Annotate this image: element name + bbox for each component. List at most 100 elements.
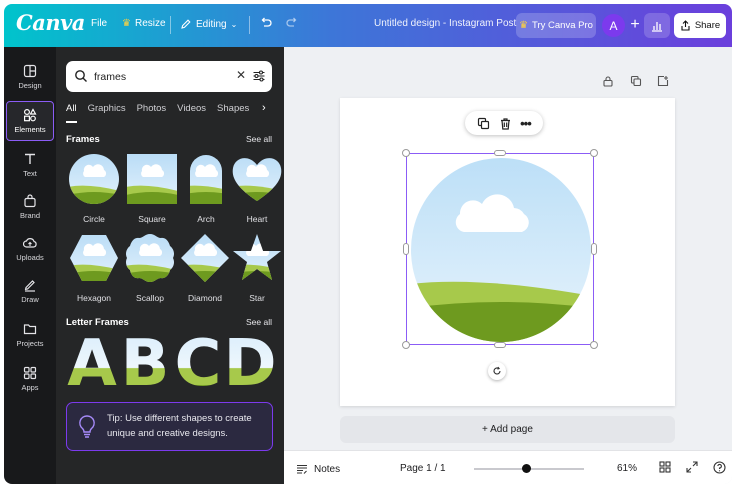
more-options-icon[interactable]: •••: [520, 116, 532, 131]
letter-frame-a[interactable]: A: [67, 333, 117, 389]
rotate-button[interactable]: [488, 362, 506, 380]
copy-icon[interactable]: [477, 117, 490, 130]
frame-heart[interactable]: Heart: [231, 153, 283, 224]
rail-label: Text: [23, 169, 37, 178]
uploads-icon: [23, 238, 37, 248]
undo-button[interactable]: [259, 16, 273, 30]
rail-label: Projects: [16, 339, 44, 348]
apps-icon: [23, 366, 37, 380]
help-icon[interactable]: [713, 461, 726, 474]
frame-diamond[interactable]: Diamond: [179, 232, 231, 303]
rail-item-projects[interactable]: Projects: [6, 315, 54, 355]
frame-label: Arch: [197, 214, 215, 224]
rail-item-design[interactable]: Design: [6, 57, 54, 97]
rail-item-elements[interactable]: Elements: [6, 101, 54, 141]
letter-frames-see-all-link[interactable]: See all: [246, 317, 272, 327]
rail-item-uploads[interactable]: Uploads: [6, 229, 54, 269]
frame-scallop[interactable]: Scallop: [124, 232, 176, 303]
elements-icon: [23, 108, 37, 122]
rail-label: Brand: [19, 211, 40, 220]
file-label: File: [91, 18, 108, 29]
zoom-slider[interactable]: [474, 464, 584, 473]
grid-view-icon[interactable]: [659, 461, 671, 473]
invite-plus-icon[interactable]: +: [625, 15, 645, 35]
notes-label: Notes: [314, 463, 341, 475]
frame-label: Square: [138, 214, 166, 224]
try-pro-label: Try Canva Pro: [532, 20, 593, 31]
letter-frames-heading: Letter Frames: [66, 317, 129, 328]
rail-label: Apps: [21, 383, 39, 392]
search-input[interactable]: [94, 67, 224, 86]
resize-handle[interactable]: [402, 341, 410, 349]
frame-hexagon-thumbnail: [70, 235, 118, 281]
avatar[interactable]: A: [602, 14, 625, 37]
rail-item-draw[interactable]: Draw: [6, 271, 54, 311]
frame-hexagon[interactable]: Hexagon: [68, 232, 120, 303]
rail-item-brand[interactable]: Brand: [6, 187, 54, 227]
bottom-bar: Notes Page 1 / 1 61%: [284, 450, 732, 484]
lock-icon[interactable]: [602, 75, 614, 87]
canva-logo[interactable]: Canva: [16, 10, 85, 35]
tab-photos[interactable]: Photos: [137, 103, 167, 123]
search-tabs: All Graphics Photos Videos Shapes: [66, 103, 276, 123]
crown-icon: ♛: [122, 18, 131, 29]
clear-search-icon[interactable]: ✕: [236, 68, 246, 82]
redo-button[interactable]: [285, 16, 299, 30]
page-indicator[interactable]: Page 1 / 1: [400, 463, 446, 474]
resize-handle[interactable]: [590, 341, 598, 349]
frame-arch[interactable]: Arch: [180, 153, 232, 224]
search-box: ✕: [66, 61, 272, 92]
frames-heading: Frames: [66, 134, 100, 145]
notes-button[interactable]: Notes: [296, 463, 340, 475]
resize-handle[interactable]: [402, 149, 410, 157]
filter-icon[interactable]: [252, 69, 266, 83]
editing-mode-button[interactable]: Editing ⌄: [180, 18, 237, 30]
file-menu[interactable]: File: [91, 18, 107, 29]
tab-all[interactable]: All: [66, 103, 77, 123]
letter-frame-d[interactable]: D: [223, 333, 276, 389]
selection-box: [406, 153, 594, 345]
design-title[interactable]: Untitled design - Instagram Post: [374, 18, 516, 29]
resize-button[interactable]: ♛ Resize: [122, 18, 166, 29]
rail-label: Elements: [14, 125, 46, 134]
resize-handle[interactable]: [494, 342, 506, 348]
fullscreen-icon[interactable]: [686, 461, 698, 473]
frame-scallop-thumbnail: [126, 234, 174, 282]
frame-square[interactable]: Square: [126, 153, 178, 224]
projects-icon: [23, 324, 37, 335]
frame-circle[interactable]: Circle: [68, 153, 120, 224]
tab-videos[interactable]: Videos: [177, 103, 206, 123]
resize-handle[interactable]: [590, 149, 598, 157]
rotate-icon: [493, 366, 501, 375]
frames-see-all-link[interactable]: See all: [246, 134, 272, 144]
resize-handle[interactable]: [591, 243, 597, 255]
letter-frame-c[interactable]: C: [175, 333, 222, 389]
add-page-button[interactable]: + Add page: [340, 416, 675, 443]
tab-shapes[interactable]: Shapes: [217, 103, 249, 123]
top-bar: Canva File ♛ Resize Editing ⌄ Untitled d…: [4, 4, 732, 47]
frame-star[interactable]: Star: [231, 232, 283, 303]
try-canva-pro-button[interactable]: ♛ Try Canva Pro: [516, 13, 596, 38]
add-page-icon[interactable]: [657, 75, 669, 87]
frame-label: Diamond: [187, 293, 223, 303]
letter-frame-b[interactable]: B: [121, 333, 170, 389]
search-icon: [75, 70, 87, 82]
notes-icon: [297, 464, 307, 474]
rail-item-apps[interactable]: Apps: [6, 359, 54, 399]
resize-handle[interactable]: [494, 150, 506, 156]
share-button[interactable]: Share: [674, 13, 726, 38]
trash-icon[interactable]: [499, 117, 512, 130]
frame-label: Hexagon: [76, 293, 112, 303]
rail-item-text[interactable]: Text: [6, 145, 54, 185]
side-icon-rail: Design Elements Text Brand Uploads Draw …: [4, 47, 56, 484]
rail-label: Draw: [21, 295, 39, 304]
crown-icon: ♛: [519, 20, 529, 31]
resize-handle[interactable]: [403, 243, 409, 255]
canva-window: Canva File ♛ Resize Editing ⌄ Untitled d…: [4, 4, 732, 484]
zoom-level[interactable]: 61%: [617, 463, 637, 474]
zoom-slider-knob[interactable]: [522, 464, 532, 473]
tab-graphics[interactable]: Graphics: [88, 103, 126, 123]
insights-button[interactable]: [644, 13, 670, 38]
chevron-right-icon[interactable]: ›: [262, 102, 266, 114]
duplicate-page-icon[interactable]: [630, 75, 642, 87]
